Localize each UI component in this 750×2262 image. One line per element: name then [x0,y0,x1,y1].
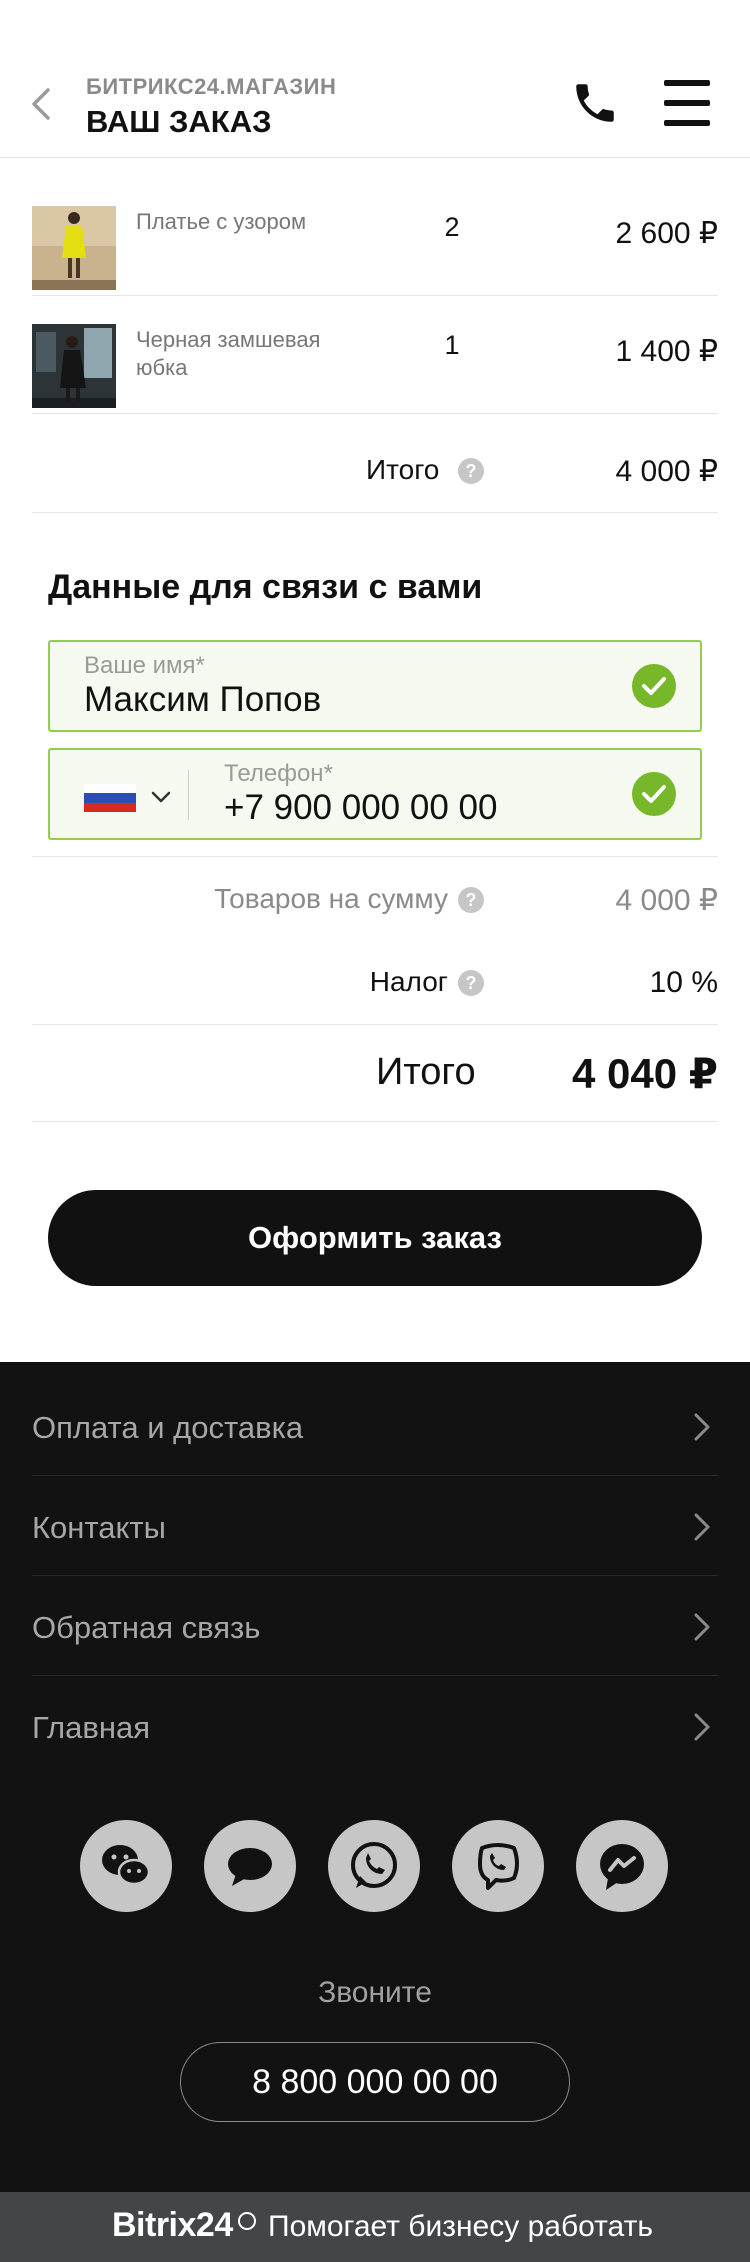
footer-nav-feedback[interactable]: Обратная связь [32,1576,718,1676]
footer-nav-contacts[interactable]: Контакты [32,1476,718,1576]
checkmark-icon [632,664,676,708]
phone-icon[interactable] [570,78,620,128]
phone-field[interactable]: Телефон* +7 900 000 00 00 [48,748,702,840]
call-label: Звоните [318,1976,432,2009]
dress-image [32,206,116,290]
item-quantity: 2 [444,212,460,242]
bitrix24-tagline: Помогает бизнесу работать [268,2210,653,2243]
goods-sum-row: Товаров на сумму ? 4 000 ₽ [32,856,718,940]
footer-nav-label: Оплата и доставка [32,1410,304,1445]
name-field-value[interactable]: Максим Попов [84,680,321,720]
footer-nav-payment-delivery[interactable]: Оплата и доставка [32,1376,718,1476]
goods-sum-value: 4 000 ₽ [615,884,719,917]
name-field[interactable]: Ваше имя* Максим Попов [48,640,702,732]
tax-row: Налог ? 10 % [32,940,718,1024]
phone-field-value[interactable]: +7 900 000 00 00 [224,788,497,828]
field-divider [188,770,189,820]
clock-icon [238,2212,256,2230]
wechat-icon[interactable] [80,1820,172,1912]
footer-nav-label: Контакты [32,1510,166,1545]
checkout-button[interactable]: Оформить заказ [48,1190,702,1286]
subtotal-label: Итого [366,454,440,485]
phone-field-label: Телефон* [224,760,333,787]
total-value: 4 040 ₽ [572,1050,718,1097]
chevron-right-icon [694,1713,710,1741]
product-thumbnail[interactable] [32,206,116,290]
russia-flag-icon[interactable] [84,784,136,812]
help-icon[interactable]: ? [458,887,484,913]
header: БИТРИКС24.МАГАЗИН ВАШ ЗАКАЗ [0,0,750,158]
item-name[interactable]: Черная замшевая юбка [136,326,366,382]
help-icon[interactable]: ? [458,458,484,484]
footer-nav-label: Обратная связь [32,1610,261,1645]
menu-button[interactable] [660,80,714,126]
viber-icon[interactable] [452,1820,544,1912]
item-price: 1 400 ₽ [615,335,719,368]
chevron-right-icon [694,1613,710,1641]
whatsapp-icon[interactable] [328,1820,420,1912]
messenger-icon[interactable] [576,1820,668,1912]
product-thumbnail[interactable] [32,324,116,408]
subtotal-value: 4 000 ₽ [615,455,719,488]
help-icon[interactable]: ? [458,970,484,996]
cart-item: Платье с узором 2 2 600 ₽ [32,178,718,296]
total-label: Итого [376,1051,476,1093]
total-row: Итого 4 040 ₽ [32,1024,718,1122]
bitrix24-logo: Bitrix24 [112,2206,233,2244]
store-name: БИТРИКС24.МАГАЗИН [86,74,337,99]
menu-bar [664,80,710,86]
contact-section-title: Данные для связи с вами [48,568,483,606]
footer-nav-home[interactable]: Главная [32,1676,718,1776]
menu-bar [664,100,710,106]
chevron-right-icon [694,1513,710,1541]
page-title: ВАШ ЗАКАЗ [86,104,272,139]
menu-bar [664,120,710,126]
chevron-right-icon [694,1413,710,1441]
name-field-label: Ваше имя* [84,652,205,679]
item-price: 2 600 ₽ [615,217,719,250]
checkmark-icon [632,772,676,816]
goods-sum-label: Товаров на сумму [214,883,448,914]
bitrix24-bar[interactable]: Bitrix24 Помогает бизнесу работать [0,2192,750,2262]
subtotal-row: Итого ? 4 000 ₽ [32,428,718,513]
footer-nav-label: Главная [32,1710,150,1745]
chevron-down-icon[interactable] [150,788,172,806]
item-name[interactable]: Платье с узором [136,208,366,236]
item-quantity: 1 [444,330,460,360]
call-number-button[interactable]: 8 800 000 00 00 [180,2042,570,2122]
chat-icon[interactable] [204,1820,296,1912]
tax-label: Налог [369,966,448,997]
back-arrow-icon[interactable] [26,84,56,124]
cart-item: Черная замшевая юбка 1 1 400 ₽ [32,296,718,414]
tax-value: 10 % [649,966,718,999]
skirt-image [32,324,116,408]
